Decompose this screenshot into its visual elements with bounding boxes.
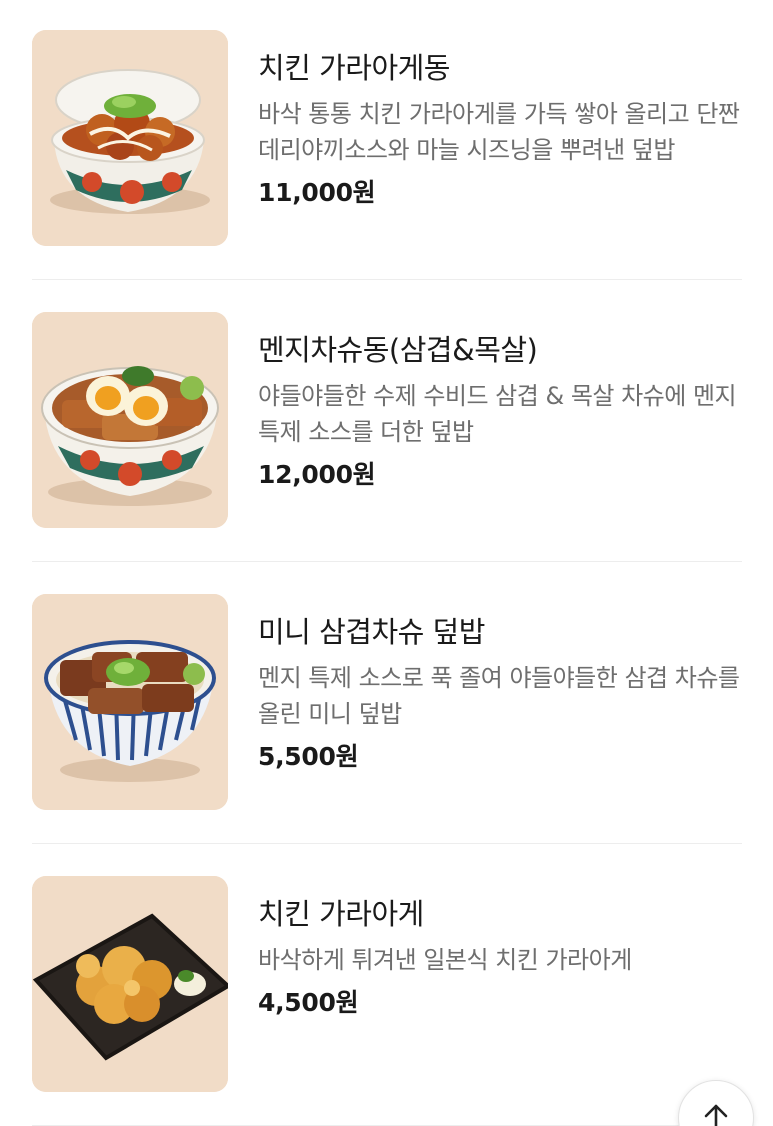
divider xyxy=(32,279,742,280)
menu-item-description: 야들야들한 수제 수비드 삼겹 & 목살 차슈에 멘지 특제 소스를 더한 덮밥 xyxy=(258,382,737,446)
menu-item-price: 4,500원 xyxy=(258,988,359,1017)
menu-item-price: 12,000원 xyxy=(258,460,376,489)
menu-item-name: 치킨 가라아게 xyxy=(258,897,424,931)
menu-item-mini-chashu-don[interactable]: 미니 삼겹차슈 덮밥 멘지 특제 소스로 푹 졸여 야들야들한 삼겹 차슈를 올… xyxy=(32,594,742,812)
menu-item-chicken-karaage[interactable]: 치킨 가라아게 바삭하게 튀겨낸 일본식 치킨 가라아게 4,500원 xyxy=(32,876,742,1094)
mini-chashu-bowl-photo-icon xyxy=(32,594,228,810)
menu-item-menji-chashu-don[interactable]: 멘지차슈동(삼겹&목살) 야들야들한 수제 수비드 삼겹 & 목살 차슈에 멘지… xyxy=(32,312,742,530)
menu-item-info: 치킨 가라아게 바삭하게 튀겨낸 일본식 치킨 가라아게 4,500원 xyxy=(258,894,748,1020)
menu-item-image[interactable] xyxy=(32,594,228,810)
menu-item-image[interactable] xyxy=(32,30,228,246)
menu-item-name: 치킨 가라아게동 xyxy=(258,51,450,85)
menu-item-name: 멘지차슈동(삼겹&목살) xyxy=(258,333,538,367)
menu-item-image[interactable] xyxy=(32,876,228,1092)
chashu-bowl-photo-icon xyxy=(32,312,228,528)
karaage-plate-photo-icon xyxy=(32,876,228,1092)
menu-item-info: 멘지차슈동(삼겹&목살) 야들야들한 수제 수비드 삼겹 & 목살 차슈에 멘지… xyxy=(258,330,748,492)
menu-item-name: 미니 삼겹차슈 덮밥 xyxy=(258,615,485,649)
divider xyxy=(32,561,742,562)
menu-item-description: 바삭 통통 치킨 가라아게를 가득 쌓아 올리고 단짠 데리야끼소스와 마늘 시… xyxy=(258,100,740,164)
chicken-karaage-bowl-photo-icon xyxy=(32,30,228,246)
menu-item-info: 치킨 가라아게동 바삭 통통 치킨 가라아게를 가득 쌓아 올리고 단짠 데리야… xyxy=(258,48,748,210)
menu-item-price: 11,000원 xyxy=(258,178,376,207)
menu-item-chicken-karaage-don[interactable]: 치킨 가라아게동 바삭 통통 치킨 가라아게를 가득 쌓아 올리고 단짠 데리야… xyxy=(32,30,742,248)
menu-item-image[interactable] xyxy=(32,312,228,528)
menu-item-info: 미니 삼겹차슈 덮밥 멘지 특제 소스로 푹 졸여 야들야들한 삼겹 차슈를 올… xyxy=(258,612,748,774)
menu-item-description: 바삭하게 튀겨낸 일본식 치킨 가라아게 xyxy=(258,946,632,974)
menu-item-price: 5,500원 xyxy=(258,742,359,771)
menu-item-description: 멘지 특제 소스로 푹 졸여 야들야들한 삼겹 차슈를 올린 미니 덮밥 xyxy=(258,664,740,728)
arrow-up-icon xyxy=(704,1104,728,1126)
menu-list: 치킨 가라아게동 바삭 통통 치킨 가라아게를 가득 쌓아 올리고 단짠 데리야… xyxy=(0,0,773,1126)
divider xyxy=(32,843,742,844)
